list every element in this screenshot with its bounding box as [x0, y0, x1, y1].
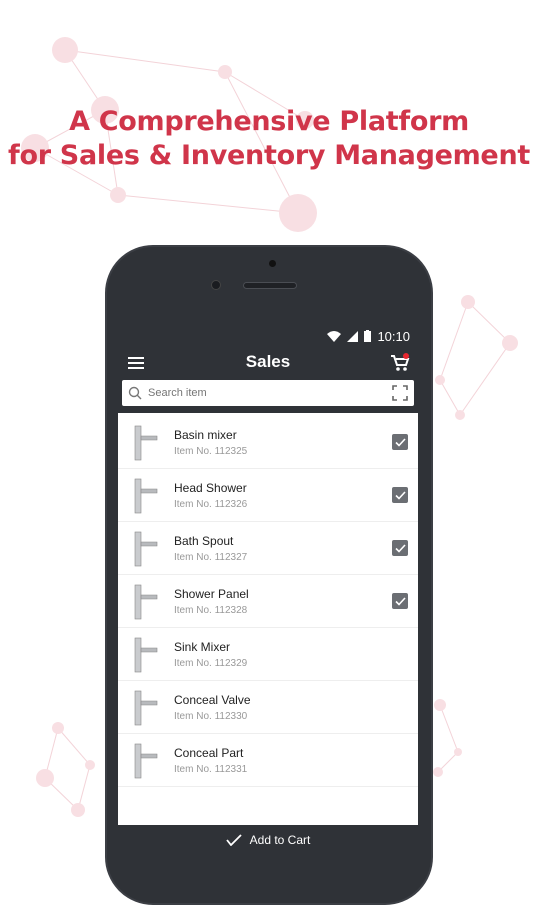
item-name: Shower Panel [174, 586, 249, 601]
signal-icon [347, 330, 359, 342]
add-to-cart-button[interactable]: Add to Cart [118, 825, 418, 855]
list-item[interactable]: Sink Mixer Item No. 112329 [118, 628, 418, 681]
earpiece-speaker [243, 282, 297, 289]
search-input[interactable] [148, 387, 386, 399]
item-name: Sink Mixer [174, 639, 231, 654]
product-thumbnail [126, 685, 162, 729]
item-name: Conceal Valve [174, 692, 251, 707]
checkmark-icon [394, 543, 406, 553]
product-thumbnail [126, 473, 162, 517]
list-item[interactable]: Conceal Part Item No. 112331 [118, 734, 418, 787]
item-number: Item No. 112329 [174, 657, 248, 669]
product-thumbnail [126, 526, 162, 570]
item-name: Basin mixer [174, 427, 237, 442]
item-name: Conceal Part [174, 745, 244, 760]
list-item[interactable]: Shower Panel Item No. 112328 [118, 575, 418, 628]
front-sensor [269, 260, 276, 267]
item-number: Item No. 112331 [174, 763, 248, 775]
product-thumbnail [126, 579, 162, 623]
checkmark-icon [394, 490, 406, 500]
checkmark-icon [394, 437, 406, 447]
headline-line-1: A Comprehensive Platform [69, 106, 469, 137]
page-title: Sales [245, 352, 291, 371]
item-name: Bath Spout [174, 533, 234, 548]
headline: A Comprehensive Platform for Sales & Inv… [0, 105, 538, 173]
search-icon [128, 386, 142, 400]
item-number: Item No. 112326 [174, 498, 248, 510]
checkmark-icon [394, 596, 406, 606]
item-checkbox[interactable] [392, 487, 408, 503]
item-list: Basin mixer Item No. 112325 Head Shower It… [118, 413, 418, 787]
cart-icon[interactable] [390, 353, 410, 373]
item-number: Item No. 112325 [174, 445, 248, 457]
item-number: Item No. 112328 [174, 604, 248, 616]
add-to-cart-label: Add to Cart [249, 833, 311, 847]
app-toolbar: Sales [118, 348, 418, 378]
item-number: Item No. 112330 [174, 710, 248, 722]
status-bar: 10:10 [118, 324, 418, 348]
status-time: 10:10 [377, 328, 410, 344]
list-item[interactable]: Conceal Valve Item No. 112330 [118, 681, 418, 734]
battery-icon [364, 330, 372, 342]
product-thumbnail [126, 738, 162, 782]
item-checkbox[interactable] [392, 593, 408, 609]
checkmark-icon [225, 834, 242, 846]
product-thumbnail [126, 632, 162, 676]
scan-frame-icon[interactable] [392, 385, 408, 401]
list-item[interactable]: Basin mixer Item No. 112325 [118, 416, 418, 469]
item-number: Item No. 112327 [174, 551, 248, 563]
list-item[interactable]: Bath Spout Item No. 112327 [118, 522, 418, 575]
search-bar [118, 378, 418, 413]
list-item[interactable]: Head Shower Item No. 112326 [118, 469, 418, 522]
item-name: Head Shower [174, 480, 247, 495]
product-thumbnail [126, 420, 162, 464]
item-checkbox[interactable] [392, 540, 408, 556]
headline-line-2: for Sales & Inventory Management [8, 140, 530, 171]
front-camera [211, 280, 221, 290]
item-checkbox[interactable] [392, 434, 408, 450]
wifi-icon [327, 330, 342, 342]
app-screen: 10:10 Sales Basin mixer Item No. 112325 H… [118, 324, 418, 855]
